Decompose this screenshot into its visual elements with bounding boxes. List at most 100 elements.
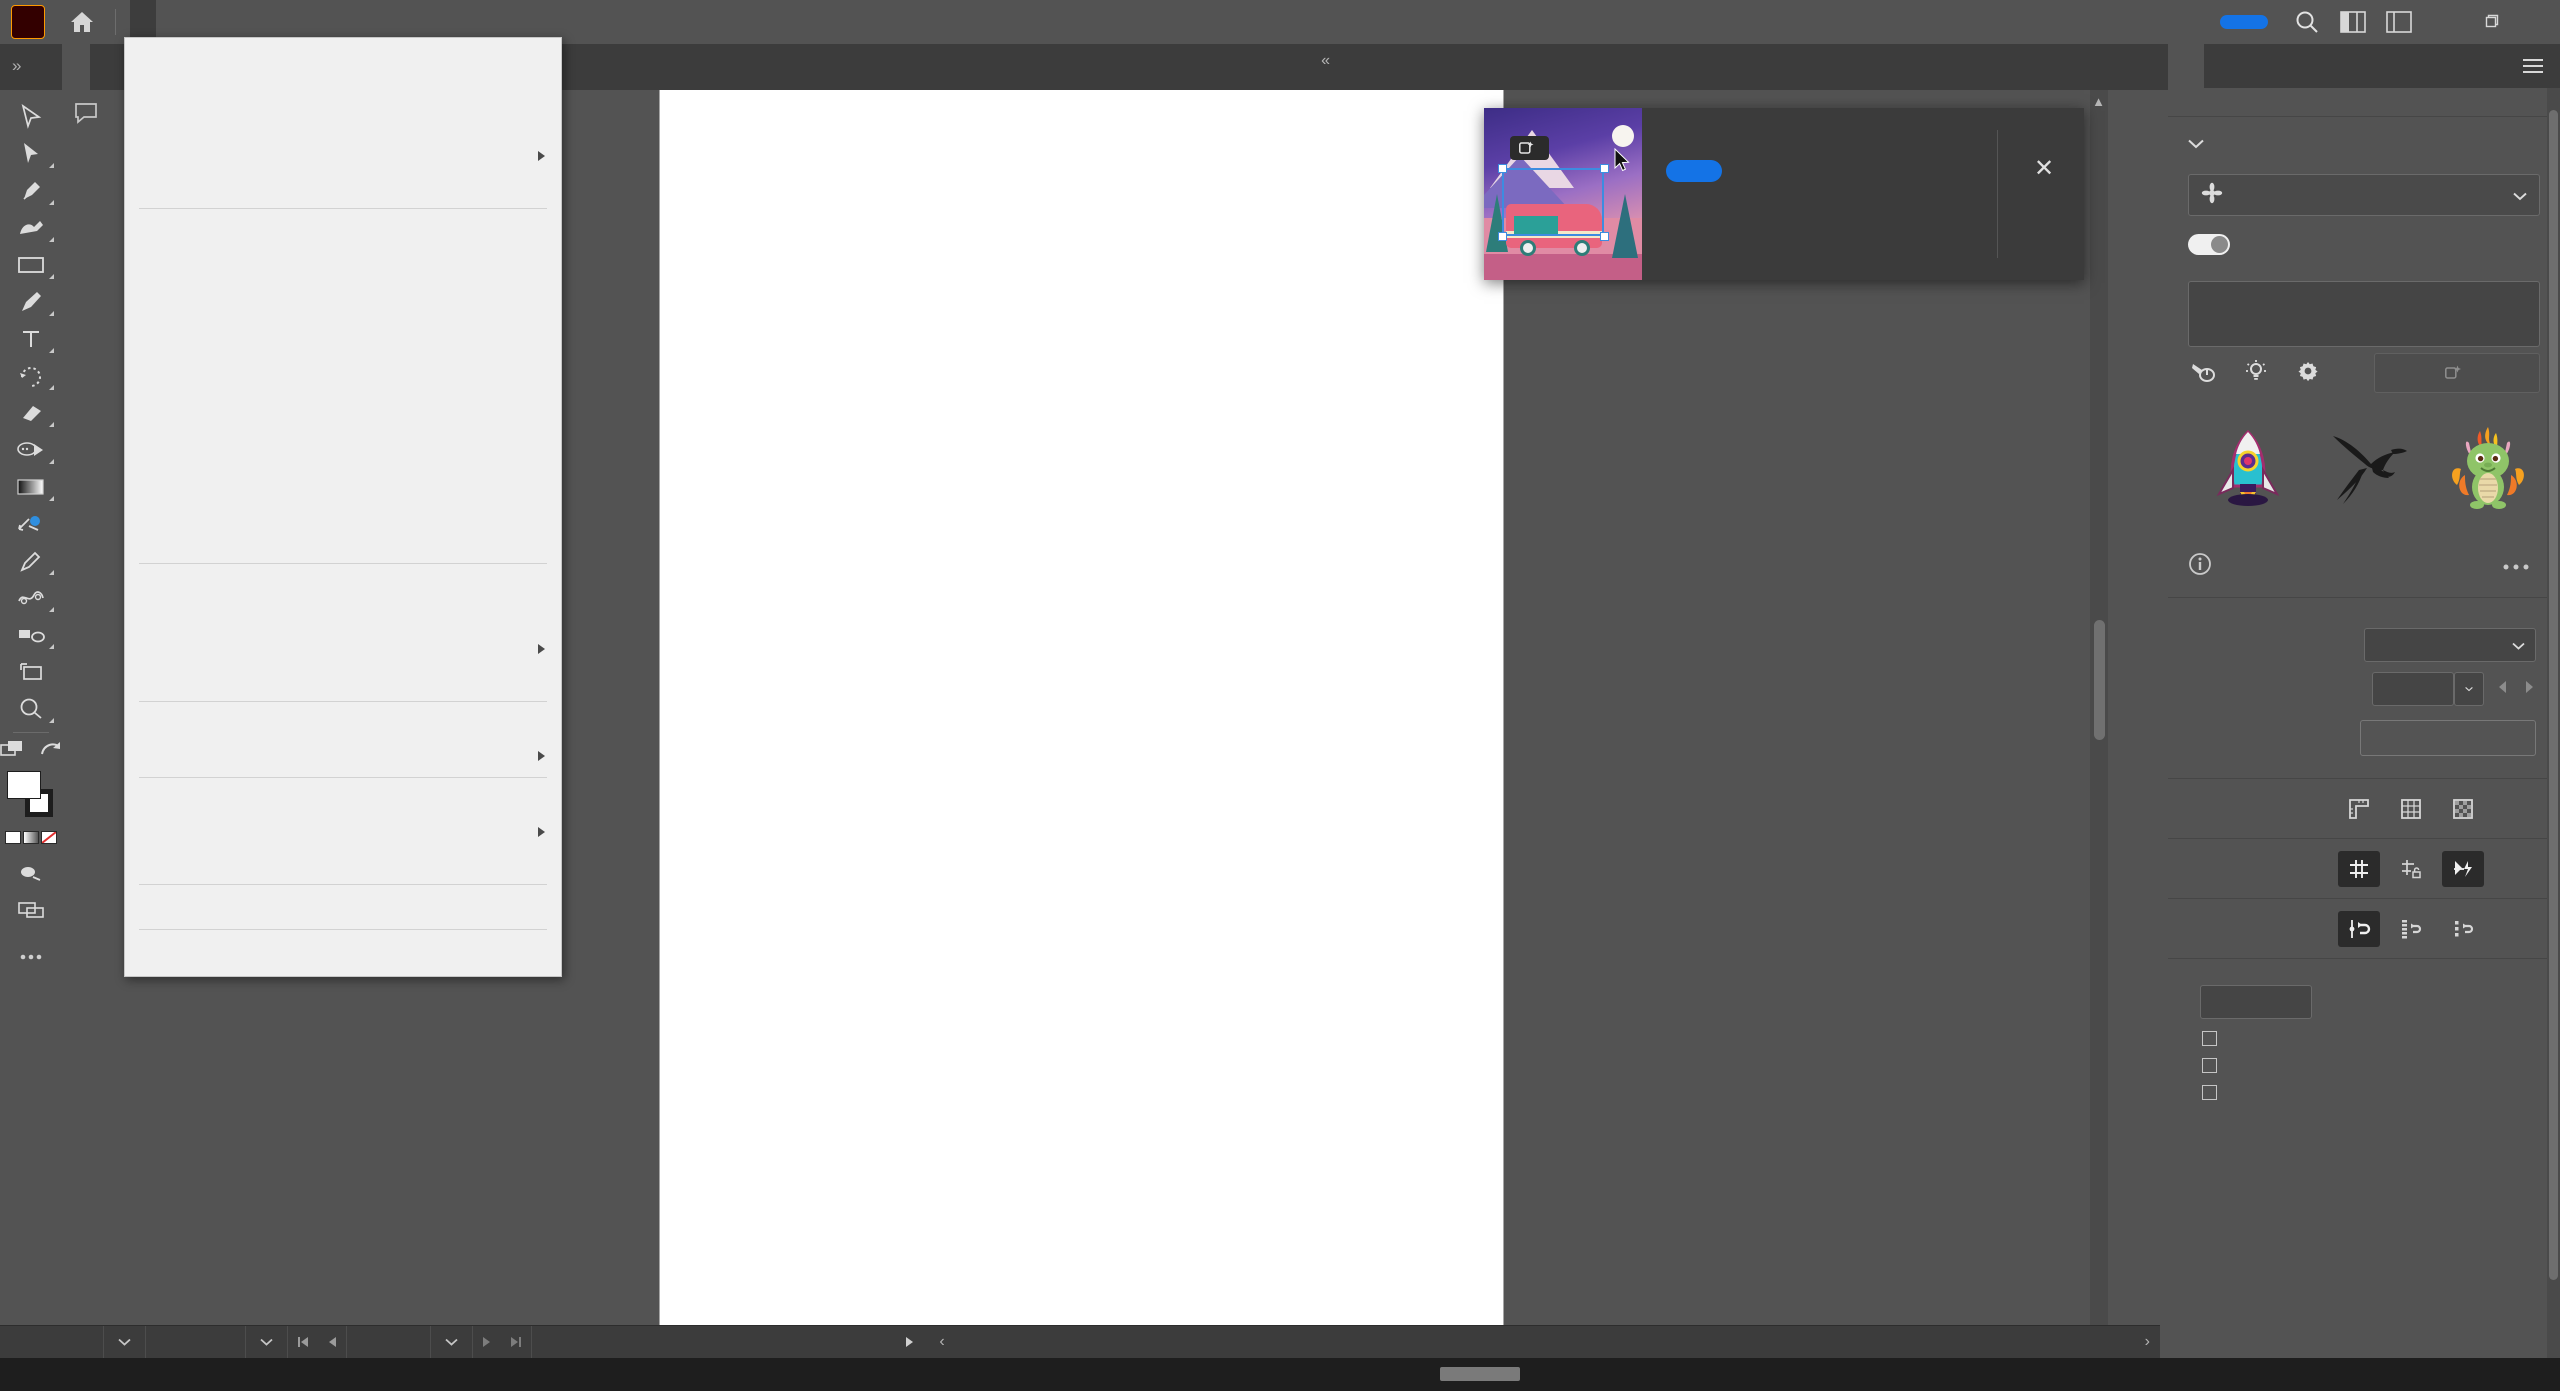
none-swatch-icon[interactable]	[41, 831, 57, 844]
chevron-down-icon[interactable]	[2188, 133, 2204, 154]
menu-option-print[interactable]	[125, 892, 561, 923]
panel-collapse-icon[interactable]: «	[1321, 52, 1330, 70]
show-grid-icon[interactable]	[2390, 791, 2432, 827]
sample-prompt-item[interactable]	[2440, 420, 2540, 522]
last-artboard-icon[interactable]	[501, 1325, 532, 1359]
zoom-tool[interactable]	[3, 690, 59, 727]
menu-option-save[interactable]	[125, 278, 561, 309]
brush-prompt-icon[interactable]	[2190, 359, 2216, 388]
lightbulb-icon[interactable]	[2244, 359, 2268, 388]
match-artboard-style-row[interactable]	[2168, 216, 2560, 255]
scale-strokes-effects-row[interactable]	[2188, 1073, 2560, 1100]
next-artboard-icon[interactable]	[2522, 679, 2536, 700]
snap-to-grid-icon[interactable]	[2390, 911, 2432, 947]
menu-option-version-history[interactable]	[125, 402, 561, 433]
blend-tool[interactable]	[3, 579, 59, 616]
menu-option-search-adobe-stock[interactable]	[125, 495, 561, 526]
previous-artboard-icon[interactable]	[318, 1325, 347, 1359]
generate-beta-button[interactable]	[2374, 353, 2540, 393]
color-swatch-icon[interactable]	[5, 831, 21, 844]
fill-stroke-swatches[interactable]	[3, 769, 59, 825]
scrollbar-thumb[interactable]	[2549, 110, 2558, 1280]
keyboard-increment-input[interactable]	[2200, 985, 2312, 1019]
smart-guides-icon[interactable]	[2442, 850, 2484, 887]
arrange-documents-icon[interactable]	[0, 738, 27, 765]
paintbrush-tool[interactable]	[3, 283, 59, 320]
edit-artboards-button[interactable]	[2360, 720, 2536, 756]
show-transparency-grid-icon[interactable]	[2442, 791, 2484, 827]
menu-option-save-a-copy[interactable]	[125, 340, 561, 371]
fill-swatch[interactable]	[7, 771, 41, 799]
free-transform-tool[interactable]	[3, 505, 59, 542]
menu-option-exit[interactable]	[125, 937, 561, 968]
horizontal-scroll-right-icon[interactable]: ›	[2135, 1326, 2160, 1359]
gear-icon[interactable]	[2296, 359, 2320, 388]
sample-prompt-item[interactable]	[2200, 420, 2300, 522]
snap-to-pixel-icon[interactable]	[2442, 911, 2484, 947]
file-menu-dropdown[interactable]	[124, 37, 562, 977]
snap-to-point-icon[interactable]	[2338, 910, 2380, 947]
try-now-button[interactable]	[1666, 160, 1722, 182]
tab-libraries[interactable]	[2240, 44, 2276, 88]
workspace-switcher-icon[interactable]	[2330, 0, 2376, 44]
menu-option-save-as[interactable]	[125, 309, 561, 340]
scale-strokes-effects-checkbox[interactable]	[2202, 1085, 2217, 1100]
gradient-swatch-icon[interactable]	[23, 831, 39, 844]
rotation-value[interactable]	[146, 1325, 246, 1359]
menu-option-close-all[interactable]	[125, 247, 561, 278]
more-options-icon[interactable]	[2502, 558, 2530, 576]
match-artboard-style-toggle[interactable]	[2188, 234, 2230, 255]
tab-layers[interactable]	[2204, 44, 2240, 88]
next-artboard-icon[interactable]	[473, 1326, 501, 1359]
menu-option-open[interactable]	[125, 109, 561, 140]
canvas-vertical-scrollbar[interactable]: ▲ ▼	[2090, 90, 2108, 1358]
menu-option-document-setup[interactable]	[125, 785, 561, 816]
artboard-dropdown-icon[interactable]	[431, 1325, 473, 1359]
use-preview-bounds-checkbox[interactable]	[2202, 1031, 2217, 1046]
change-screen-mode-icon[interactable]	[39, 738, 63, 765]
panel-toggle-icon[interactable]	[2376, 0, 2422, 44]
home-icon[interactable]	[67, 7, 97, 37]
artboard-index-input[interactable]	[347, 1325, 431, 1359]
menu-option-new-from-template[interactable]	[125, 78, 561, 109]
panel-scrollbar[interactable]	[2547, 88, 2560, 1358]
document-tab[interactable]	[62, 44, 90, 90]
shape-builder-tool[interactable]	[3, 431, 59, 468]
taskbar-item[interactable]	[1440, 1367, 1520, 1381]
type-dropdown[interactable]	[2188, 174, 2540, 216]
sample-prompt-item[interactable]	[2320, 420, 2420, 522]
first-artboard-icon[interactable]	[288, 1326, 318, 1359]
scale-corners-checkbox[interactable]	[2202, 1058, 2217, 1073]
hamburger-menu-icon[interactable]	[2516, 44, 2550, 88]
symbol-sprayer-tool[interactable]	[3, 616, 59, 653]
scrollbar-thumb[interactable]	[2094, 620, 2105, 740]
horizontal-scroll-left-icon[interactable]: ‹	[929, 1326, 954, 1359]
artboard-dropdown-toggle[interactable]	[2454, 672, 2484, 706]
menu-option-invite-to-edit[interactable]	[125, 571, 561, 602]
curvature-tool[interactable]	[3, 209, 59, 246]
menu-option-scripts[interactable]	[125, 740, 561, 771]
artboard-tool[interactable]	[3, 653, 59, 690]
menu-option-place[interactable]	[125, 526, 561, 557]
show-rulers-icon[interactable]	[2338, 791, 2380, 827]
scroll-up-icon[interactable]: ▲	[2092, 94, 2105, 109]
type-tool[interactable]	[3, 320, 59, 357]
zoom-dropdown-icon[interactable]	[104, 1325, 146, 1359]
eraser-tool[interactable]	[3, 394, 59, 431]
direct-selection-tool[interactable]	[3, 135, 59, 172]
zoom-level-value[interactable]	[0, 1325, 104, 1359]
previous-artboard-icon[interactable]	[2496, 679, 2510, 700]
menu-option-close[interactable]	[125, 216, 561, 247]
chevron-double-right-icon[interactable]: »	[12, 56, 21, 76]
status-expand-icon[interactable]	[890, 1326, 929, 1359]
drawing-mode-icon[interactable]	[3, 854, 59, 891]
menu-option-open-recent-files[interactable]	[125, 140, 561, 171]
show-guides-icon[interactable]	[2338, 850, 2380, 887]
tab-properties[interactable]	[2168, 44, 2204, 88]
menu-option-document-color-mode[interactable]	[125, 816, 561, 847]
artboard-number-input[interactable]	[2372, 672, 2454, 706]
window-minimize-button[interactable]	[2422, 0, 2468, 44]
text-to-vector-section-header[interactable]	[2168, 117, 2560, 154]
window-maximize-button[interactable]	[2468, 0, 2514, 44]
lock-guides-icon[interactable]	[2390, 851, 2432, 887]
